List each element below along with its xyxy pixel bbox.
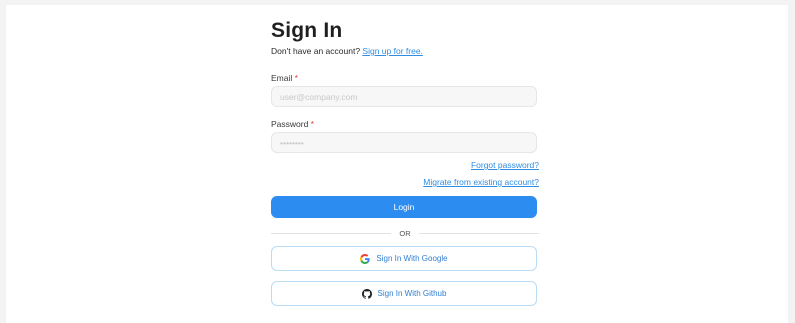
email-label-text: Email	[271, 73, 293, 83]
google-icon	[360, 253, 371, 264]
signup-link[interactable]: Sign up for free.	[362, 46, 422, 56]
signup-prompt: Don't have an account? Sign up for free.	[271, 46, 423, 56]
github-sign-in-button[interactable]: Sign In With Github	[271, 281, 537, 306]
github-icon	[361, 288, 372, 299]
password-label: Password *	[271, 119, 314, 129]
email-label: Email *	[271, 73, 298, 83]
password-field[interactable]	[271, 132, 537, 153]
google-sign-in-button[interactable]: Sign In With Google	[271, 246, 537, 271]
email-required-mark: *	[294, 73, 298, 83]
forgot-password-link[interactable]: Forgot password?	[471, 160, 539, 170]
divider-text: OR	[399, 228, 411, 238]
or-divider: OR	[271, 228, 539, 238]
github-sign-in-label: Sign In With Github	[377, 289, 447, 298]
email-field[interactable]	[271, 86, 537, 107]
divider-line-left	[271, 232, 392, 234]
password-required-mark: *	[310, 119, 315, 129]
page-background: Sign In Don't have an account? Sign up f…	[6, 5, 788, 323]
migrate-account-link[interactable]: Migrate from existing account?	[423, 177, 539, 187]
divider-line-right	[418, 232, 539, 234]
google-sign-in-label: Sign In With Google	[376, 254, 448, 263]
page-title: Sign In	[271, 19, 343, 42]
signup-prompt-text: Don't have an account?	[271, 46, 361, 56]
login-button[interactable]: Login	[271, 196, 537, 218]
password-label-text: Password	[271, 119, 309, 129]
